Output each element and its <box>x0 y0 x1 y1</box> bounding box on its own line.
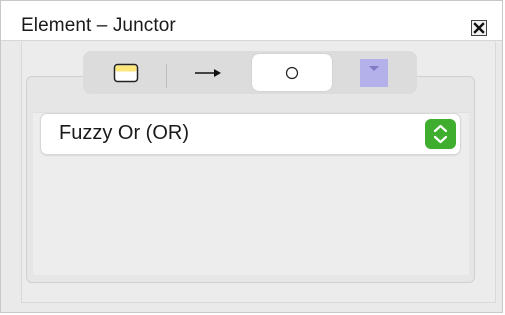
tab-junctor[interactable] <box>252 54 332 91</box>
tab-color[interactable] <box>334 54 414 91</box>
title-bar: Element – Junctor <box>1 1 502 41</box>
color-swatch-icon <box>360 58 388 87</box>
circle-icon <box>285 66 299 79</box>
settings-group <box>26 76 475 283</box>
segmented-tab-bar <box>83 51 417 94</box>
chevron-up-down-icon <box>433 124 448 144</box>
close-button[interactable] <box>471 20 487 36</box>
select-stepper[interactable] <box>425 119 456 149</box>
window-title: Element – Junctor <box>21 15 176 36</box>
tab-separator <box>166 64 167 88</box>
close-icon <box>473 22 485 34</box>
tab-node-style[interactable] <box>86 54 167 91</box>
junctor-type-value: Fuzzy Or (OR) <box>59 122 189 144</box>
node-box-icon <box>113 63 139 82</box>
tab-edge-style[interactable] <box>168 54 248 91</box>
junctor-type-select[interactable]: Fuzzy Or (OR) <box>41 114 460 154</box>
arrow-right-icon <box>195 68 221 77</box>
